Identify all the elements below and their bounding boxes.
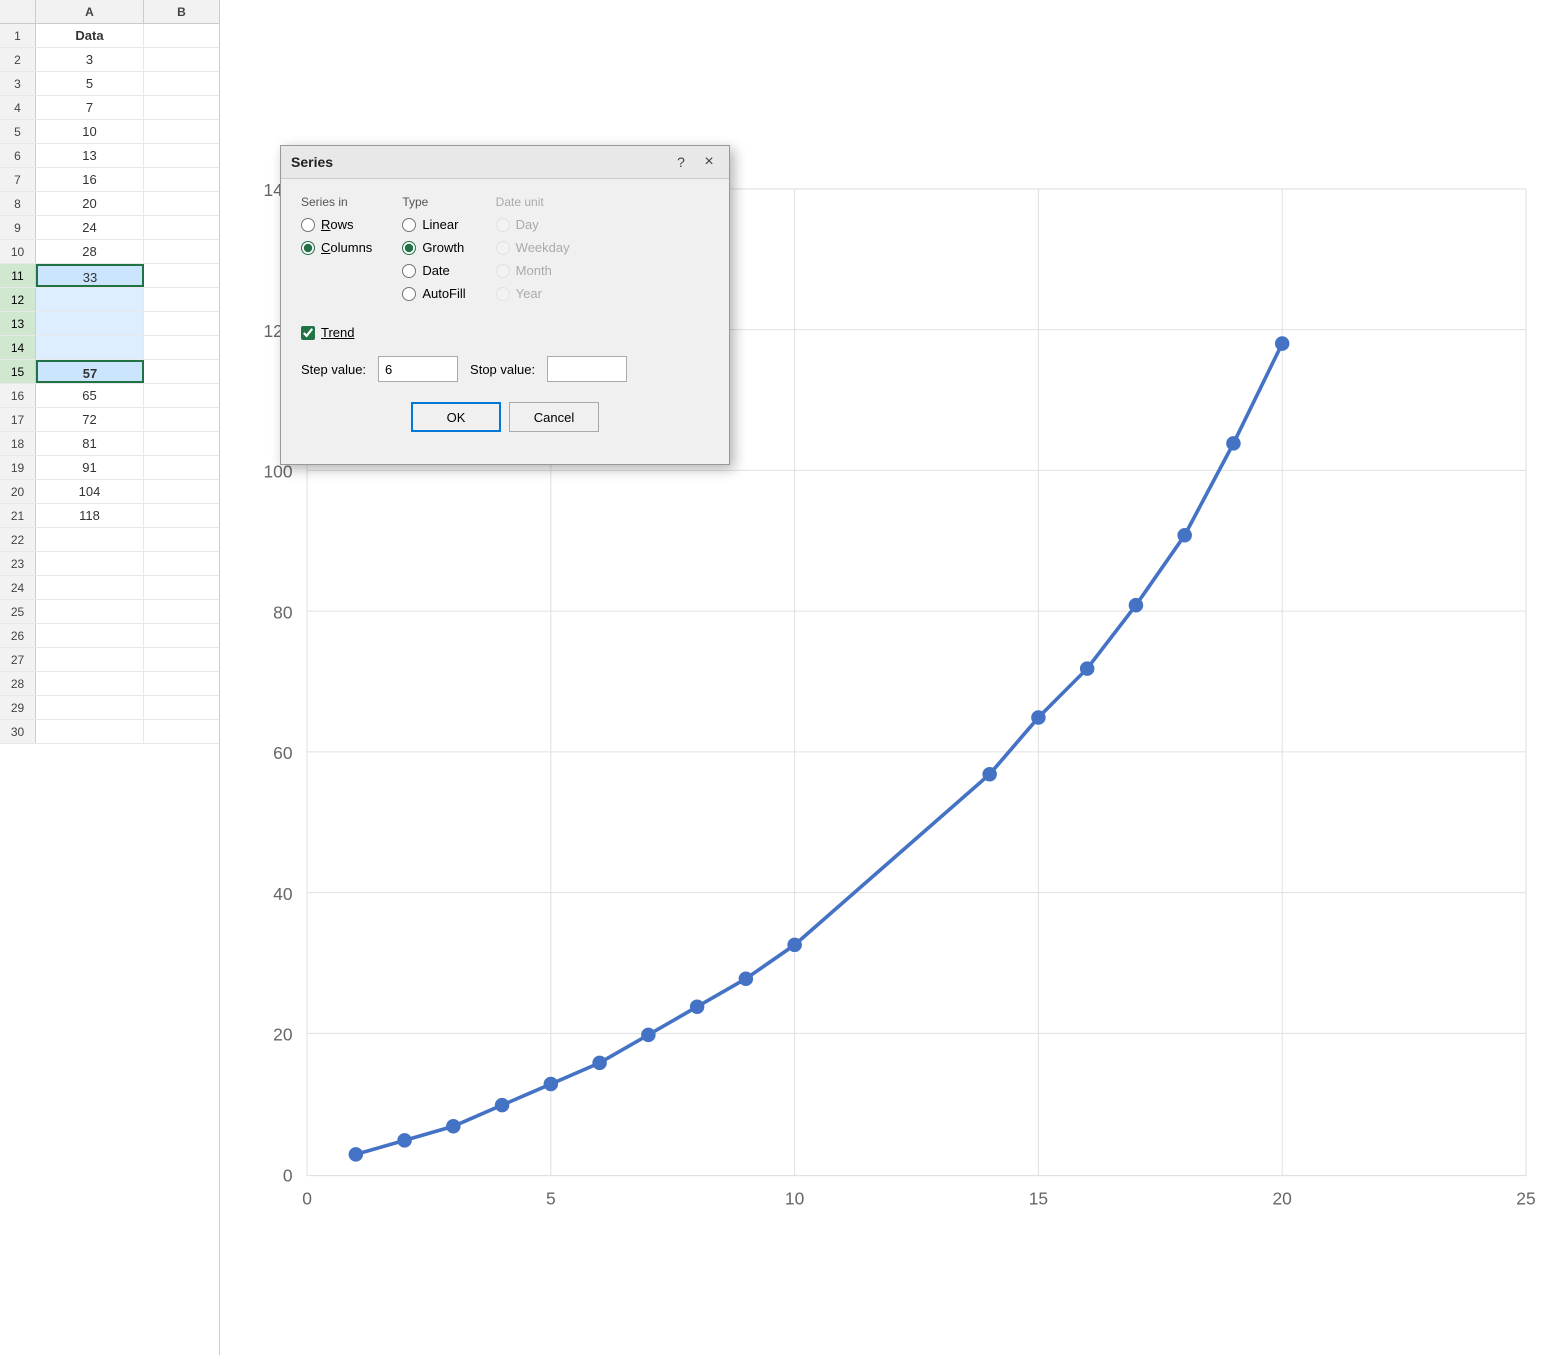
trend-checkbox[interactable] — [301, 326, 315, 340]
dialog-main-row: Series in Rows Columns Type Linea — [301, 195, 709, 309]
dialog-footer: OK Cancel — [301, 402, 709, 448]
dialog-overlay: Series ? × Series in Rows Columns — [0, 0, 1555, 1355]
growth-label: Growth — [422, 240, 464, 255]
series-in-label: Series in — [301, 195, 372, 209]
stop-value-label: Stop value: — [470, 362, 535, 377]
rows-option[interactable]: Rows — [301, 217, 372, 232]
linear-radio[interactable] — [402, 218, 416, 232]
columns-radio[interactable] — [301, 241, 315, 255]
autofill-radio[interactable] — [402, 287, 416, 301]
dialog-body: Series in Rows Columns Type Linea — [281, 179, 729, 464]
day-label: Day — [516, 217, 539, 232]
growth-option[interactable]: Growth — [402, 240, 465, 255]
step-value-input[interactable] — [378, 356, 458, 382]
close-button[interactable]: × — [699, 152, 719, 172]
growth-radio[interactable] — [402, 241, 416, 255]
year-radio — [496, 287, 510, 301]
day-option[interactable]: Day — [496, 217, 570, 232]
trend-label: Trend — [321, 325, 354, 340]
date-unit-label: Date unit — [496, 195, 570, 209]
weekday-label: Weekday — [516, 240, 570, 255]
dialog-titlebar: Series ? × — [281, 146, 729, 179]
series-dialog: Series ? × Series in Rows Columns — [280, 145, 730, 465]
cancel-button[interactable]: Cancel — [509, 402, 599, 432]
linear-label: Linear — [422, 217, 458, 232]
help-button[interactable]: ? — [671, 152, 691, 172]
dialog-controls: ? × — [671, 152, 719, 172]
day-radio — [496, 218, 510, 232]
type-label: Type — [402, 195, 465, 209]
month-radio — [496, 264, 510, 278]
step-row: Step value: Stop value: — [301, 356, 709, 382]
columns-label: Columns — [321, 240, 372, 255]
year-option[interactable]: Year — [496, 286, 570, 301]
autofill-option[interactable]: AutoFill — [402, 286, 465, 301]
series-in-section: Series in Rows Columns — [301, 195, 372, 309]
dialog-title: Series — [291, 154, 333, 170]
stop-value-input[interactable] — [547, 356, 627, 382]
month-label: Month — [516, 263, 552, 278]
date-option[interactable]: Date — [402, 263, 465, 278]
year-label: Year — [516, 286, 542, 301]
date-label: Date — [422, 263, 449, 278]
rows-radio[interactable] — [301, 218, 315, 232]
date-unit-section: Date unit Day Weekday Month — [496, 195, 570, 309]
linear-option[interactable]: Linear — [402, 217, 465, 232]
weekday-radio — [496, 241, 510, 255]
month-option[interactable]: Month — [496, 263, 570, 278]
weekday-option[interactable]: Weekday — [496, 240, 570, 255]
trend-row: Trend — [301, 325, 709, 340]
rows-label: Rows — [321, 217, 354, 232]
autofill-label: AutoFill — [422, 286, 465, 301]
columns-option[interactable]: Columns — [301, 240, 372, 255]
date-radio[interactable] — [402, 264, 416, 278]
type-section: Type Linear Growth Date — [402, 195, 465, 309]
step-value-label: Step value: — [301, 362, 366, 377]
ok-button[interactable]: OK — [411, 402, 501, 432]
